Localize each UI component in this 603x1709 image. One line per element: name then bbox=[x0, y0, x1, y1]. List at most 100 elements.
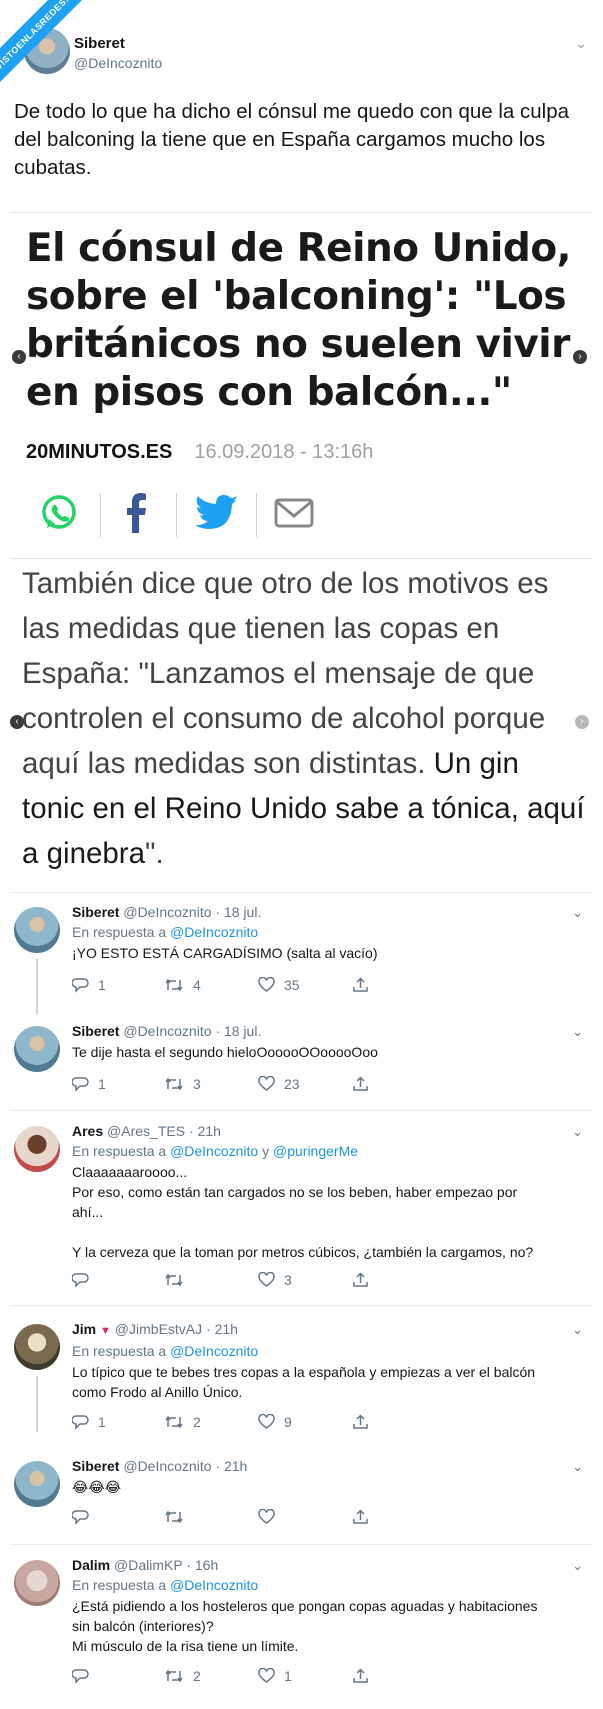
avatar[interactable] bbox=[14, 1324, 60, 1370]
like-button[interactable]: 23 bbox=[258, 1074, 300, 1094]
dot-separator: · bbox=[206, 1321, 211, 1337]
avatar[interactable] bbox=[14, 1461, 60, 1507]
retweet-icon bbox=[165, 1273, 183, 1287]
reply-header: Siberet @DeIncoznito · 18 jul. bbox=[72, 1022, 582, 1040]
chevron-down-icon[interactable]: ⌄ bbox=[572, 1558, 583, 1574]
retweet-button[interactable]: 2 bbox=[164, 1412, 201, 1432]
chevron-down-icon[interactable]: ⌄ bbox=[572, 1024, 583, 1040]
reply-header: Siberet @DeIncoznito · 21h bbox=[72, 1457, 582, 1475]
author-handle[interactable]: @DeIncoznito bbox=[123, 1458, 211, 1474]
share-button[interactable] bbox=[352, 1507, 369, 1527]
avatar[interactable] bbox=[14, 1560, 60, 1606]
reply-header: Ares @Ares_TES · 21h bbox=[72, 1122, 582, 1140]
author-name[interactable]: Jim bbox=[72, 1321, 96, 1337]
author-name[interactable]: Siberet bbox=[72, 904, 119, 920]
author-handle[interactable]: @Ares_TES bbox=[107, 1123, 185, 1139]
reply-context: En respuesta a @DeIncoznito bbox=[72, 1576, 582, 1594]
share-button[interactable] bbox=[352, 1270, 369, 1290]
timestamp[interactable]: 21h bbox=[224, 1458, 247, 1474]
timestamp[interactable]: 18 jul. bbox=[224, 1023, 261, 1039]
retweet-button[interactable]: 4 bbox=[164, 975, 201, 995]
reply-tweet[interactable]: Jim ▼ @JimbEstvAJ · 21h En respuesta a @… bbox=[10, 1320, 593, 1432]
like-button[interactable]: 1 bbox=[258, 1666, 292, 1686]
chevron-down-icon[interactable]: ⌄ bbox=[575, 35, 587, 52]
tweet-author[interactable]: Siberet @DeIncoznito bbox=[74, 35, 162, 71]
author-name[interactable]: Dalim bbox=[72, 1557, 110, 1573]
like-button[interactable]: 35 bbox=[258, 975, 300, 995]
mention-link[interactable]: @DeIncoznito bbox=[170, 924, 258, 940]
author-handle[interactable]: @JimbEstvAJ bbox=[115, 1321, 202, 1337]
reply-tweet[interactable]: Siberet @DeIncoznito · 21h 😂😂😂 ⌄ bbox=[10, 1457, 593, 1529]
reply-tweet[interactable]: Siberet @DeIncoznito · 18 jul. Te dije h… bbox=[10, 1022, 593, 1102]
reply-button[interactable]: 1 bbox=[72, 1412, 106, 1432]
author-handle[interactable]: @DeIncoznito bbox=[123, 904, 211, 920]
chevron-down-icon[interactable]: ⌄ bbox=[572, 1459, 583, 1475]
divider bbox=[10, 1305, 593, 1306]
reply-header: Siberet @DeIncoznito · 18 jul. bbox=[72, 903, 582, 921]
reply-icon bbox=[72, 1510, 89, 1525]
like-count: 35 bbox=[284, 977, 300, 993]
avatar[interactable] bbox=[14, 907, 60, 953]
email-icon[interactable] bbox=[264, 485, 324, 541]
like-count: 3 bbox=[284, 1272, 292, 1288]
chevron-down-icon[interactable]: ⌄ bbox=[572, 1124, 583, 1140]
share-button[interactable] bbox=[352, 1074, 369, 1094]
like-button[interactable]: 9 bbox=[258, 1412, 292, 1432]
retweet-button[interactable] bbox=[164, 1507, 193, 1527]
action-bar bbox=[72, 1507, 392, 1527]
chevron-right-icon[interactable]: › bbox=[575, 715, 589, 729]
twitter-icon[interactable] bbox=[188, 485, 248, 541]
timestamp[interactable]: 16h bbox=[195, 1557, 218, 1573]
reply-button[interactable]: 1 bbox=[72, 1074, 106, 1094]
reply-icon bbox=[72, 978, 89, 993]
mention-link[interactable]: @DeIncoznito bbox=[170, 1577, 258, 1593]
whatsapp-icon[interactable] bbox=[34, 485, 84, 541]
reply-context: En respuesta a @DeIncoznito bbox=[72, 923, 582, 941]
reply-button[interactable] bbox=[72, 1666, 98, 1686]
timestamp[interactable]: 21h bbox=[198, 1123, 221, 1139]
chevron-left-icon[interactable]: ‹ bbox=[12, 350, 26, 364]
reply-icon bbox=[72, 1415, 89, 1430]
reply-button[interactable] bbox=[72, 1507, 98, 1527]
mention-link[interactable]: @puringerMe bbox=[273, 1143, 358, 1159]
share-button[interactable] bbox=[352, 1666, 369, 1686]
share-icon bbox=[353, 1414, 368, 1429]
like-button[interactable]: 3 bbox=[258, 1270, 292, 1290]
reply-tweet[interactable]: Dalim @DalimKP · 16h En respuesta a @DeI… bbox=[10, 1556, 593, 1686]
like-button[interactable] bbox=[258, 1507, 284, 1527]
author-handle[interactable]: @DeIncoznito bbox=[74, 55, 162, 71]
reply-button[interactable] bbox=[72, 1270, 98, 1290]
retweet-button[interactable]: 2 bbox=[164, 1666, 201, 1686]
mention-link[interactable]: @DeIncoznito bbox=[170, 1143, 258, 1159]
reply-tweet[interactable]: Siberet @DeIncoznito · 18 jul. En respue… bbox=[10, 903, 593, 1015]
chevron-down-icon[interactable]: ⌄ bbox=[572, 1322, 583, 1338]
chevron-right-icon[interactable]: › bbox=[573, 350, 587, 364]
retweet-icon bbox=[165, 978, 183, 992]
retweet-button[interactable]: 3 bbox=[164, 1074, 201, 1094]
share-button[interactable] bbox=[352, 975, 369, 995]
author-handle[interactable]: @DeIncoznito bbox=[123, 1023, 211, 1039]
share-button[interactable] bbox=[352, 1412, 369, 1432]
mention-link[interactable]: @DeIncoznito bbox=[170, 1343, 258, 1359]
author-name[interactable]: Siberet bbox=[74, 35, 162, 52]
reply-tweet[interactable]: Ares @Ares_TES · 21h En respuesta a @DeI… bbox=[10, 1122, 593, 1292]
heart-icon bbox=[258, 977, 275, 992]
facebook-icon[interactable] bbox=[112, 485, 162, 541]
author-handle[interactable]: @DalimKP bbox=[114, 1557, 182, 1573]
article-source: 20MINUTOS.ES bbox=[26, 441, 173, 463]
reply-button[interactable]: 1 bbox=[72, 975, 106, 995]
text-line: como Frodo al Anillo Único. bbox=[72, 1384, 243, 1400]
author-name[interactable]: Siberet bbox=[72, 1023, 119, 1039]
text-line: Lo típico que te bebes tres copas a la e… bbox=[72, 1364, 536, 1380]
timestamp[interactable]: 18 jul. bbox=[224, 904, 261, 920]
chevron-left-icon[interactable]: ‹ bbox=[10, 715, 24, 729]
author-name[interactable]: Siberet bbox=[72, 1458, 119, 1474]
avatar[interactable] bbox=[14, 1126, 60, 1172]
reply-icon bbox=[72, 1077, 89, 1092]
avatar[interactable] bbox=[14, 1026, 60, 1072]
author-name[interactable]: Ares bbox=[72, 1123, 103, 1139]
chevron-down-icon[interactable]: ⌄ bbox=[572, 905, 583, 921]
timestamp[interactable]: 21h bbox=[215, 1321, 238, 1337]
retweet-button[interactable] bbox=[164, 1270, 193, 1290]
share-bar bbox=[34, 485, 574, 541]
